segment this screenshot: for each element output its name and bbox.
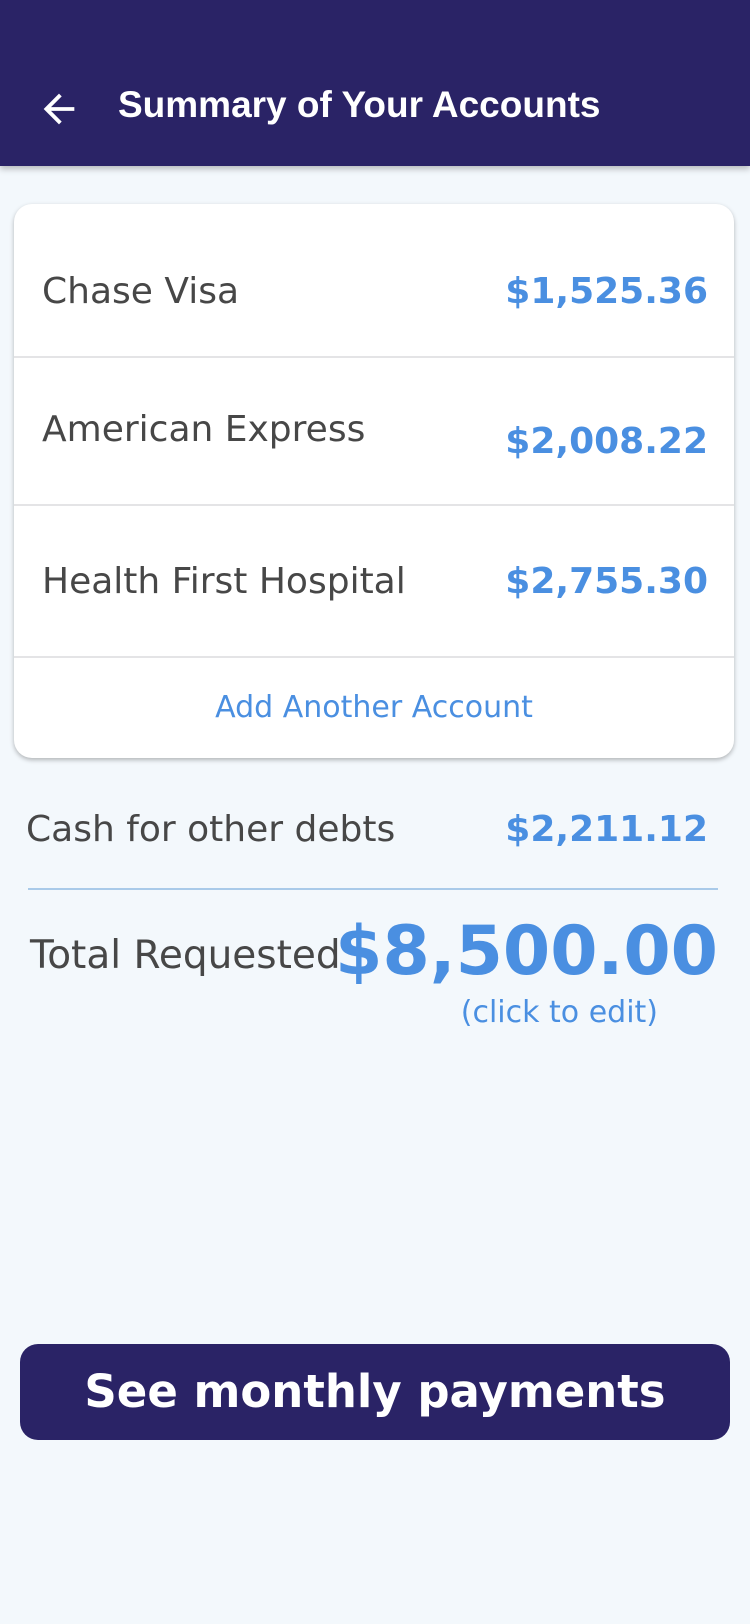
total-label: Total Requested	[30, 933, 341, 978]
account-row-american-express[interactable]: American Express $2,008.22	[14, 358, 734, 506]
cash-label: Cash for other debts	[26, 809, 396, 850]
account-row-chase-visa[interactable]: Chase Visa $1,525.36	[14, 204, 734, 358]
account-row-health-first-hospital[interactable]: Health First Hospital $2,755.30	[14, 506, 734, 658]
account-amount: $2,755.30	[505, 561, 708, 602]
accounts-card: Chase Visa $1,525.36 American Express $2…	[14, 204, 734, 758]
total-amount[interactable]: $8,500.00	[335, 912, 718, 992]
divider	[28, 888, 718, 890]
page-title: Summary of Your Accounts	[118, 84, 601, 125]
cash-amount: $2,211.12	[505, 809, 708, 850]
app-bar: Summary of Your Accounts	[0, 0, 750, 166]
account-name: Chase Visa	[42, 271, 240, 312]
account-name: Health First Hospital	[42, 561, 406, 602]
account-amount: $2,008.22	[505, 421, 708, 462]
see-monthly-payments-button[interactable]: See monthly payments	[20, 1344, 730, 1440]
account-amount: $1,525.36	[505, 271, 708, 312]
arrow-left-icon	[43, 93, 75, 125]
edit-hint[interactable]: (click to edit)	[461, 994, 658, 1032]
back-button[interactable]	[36, 86, 82, 132]
add-account-button[interactable]: Add Another Account	[14, 658, 734, 758]
account-name: American Express	[42, 409, 366, 450]
